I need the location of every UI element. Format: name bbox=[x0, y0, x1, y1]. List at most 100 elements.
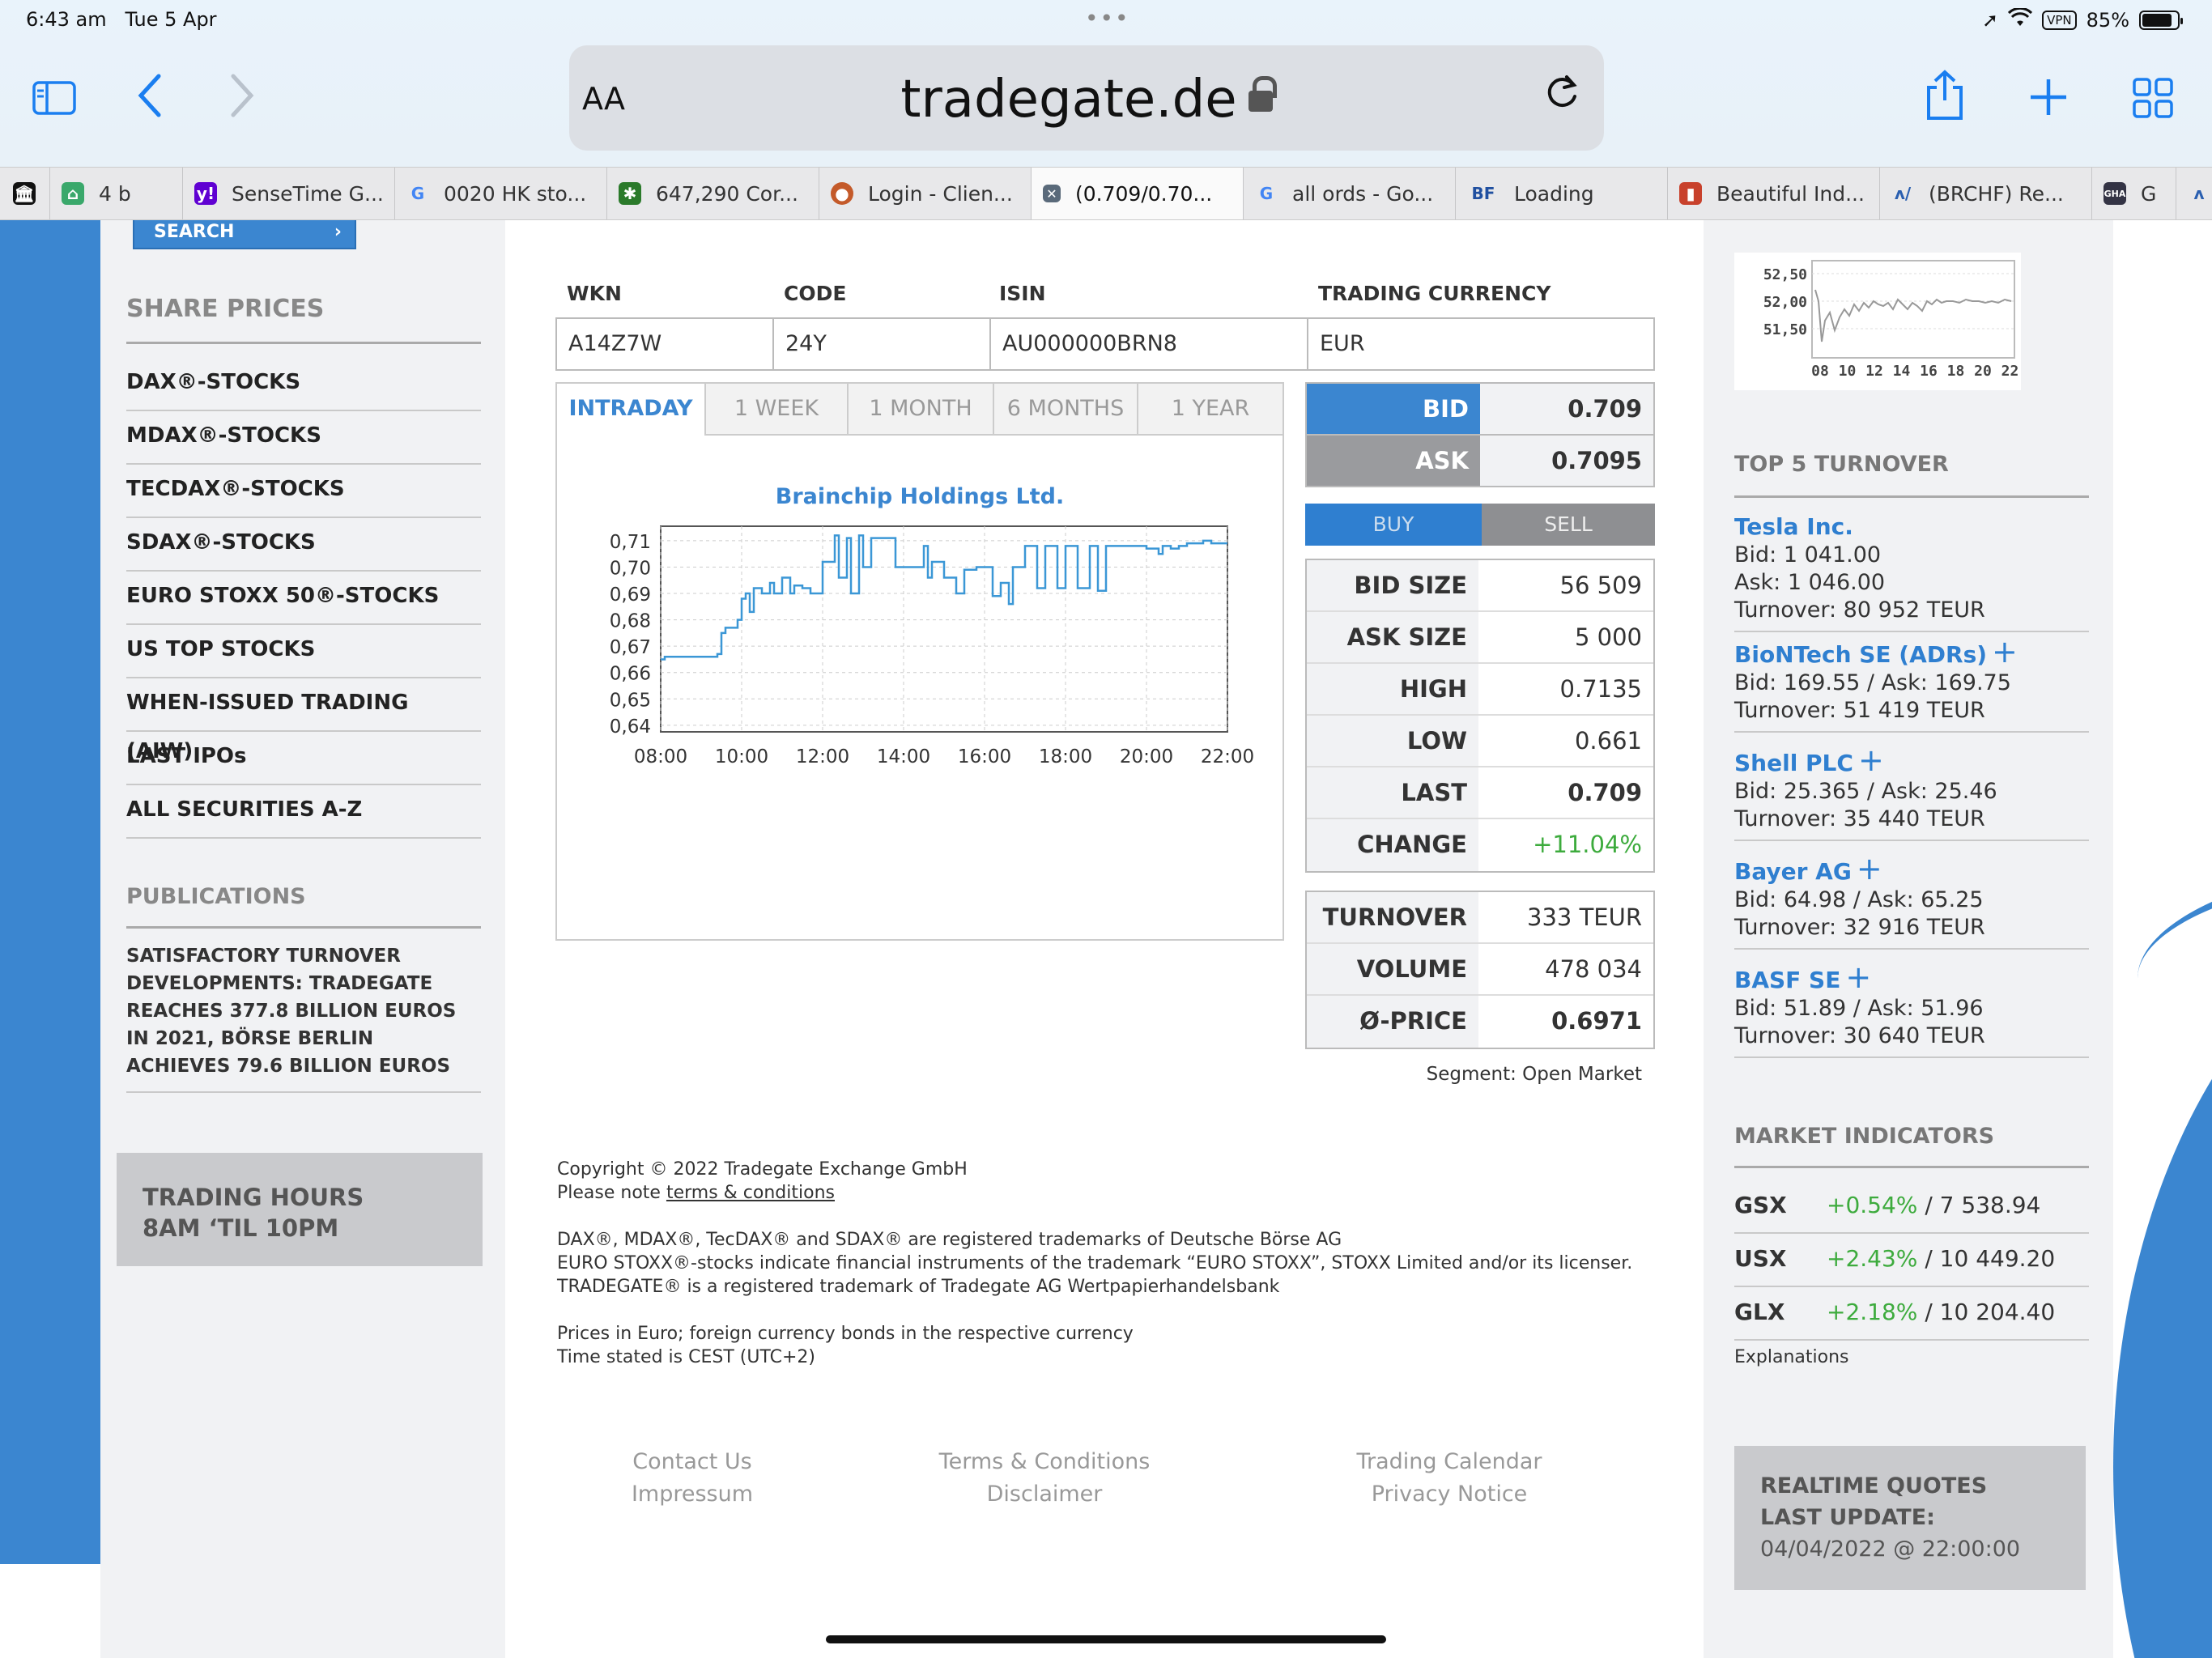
forward-icon[interactable] bbox=[228, 73, 256, 126]
footer-col-3: Trading Calendar Privacy Notice bbox=[1328, 1446, 1571, 1511]
stat-label: TURNOVER bbox=[1322, 903, 1467, 931]
tab-1-year[interactable]: 1 YEAR bbox=[1138, 384, 1283, 436]
share-prices-item[interactable]: MDAX®-STOCKS bbox=[126, 411, 481, 465]
stock-name[interactable]: Shell PLC bbox=[1734, 750, 1853, 776]
indicator-row[interactable]: GLX +2.18% / 10 204.40 bbox=[1734, 1287, 2089, 1341]
mini-x-tick-label: 12 bbox=[1865, 363, 1883, 380]
tab-overview-icon[interactable] bbox=[2133, 78, 2173, 126]
stock-name[interactable]: Bayer AG bbox=[1734, 858, 1852, 885]
status-time: 6:43 am bbox=[26, 8, 107, 31]
url-text: tradegate.de bbox=[900, 70, 1237, 130]
impressum-link[interactable]: Impressum bbox=[615, 1478, 769, 1511]
home-indicator[interactable] bbox=[826, 1635, 1386, 1643]
code-header: CODE bbox=[784, 282, 847, 305]
indicator-value: / 10 449.20 bbox=[1925, 1245, 2056, 1272]
explanations-link[interactable]: Explanations bbox=[1734, 1347, 1849, 1367]
stat-row: LOW 0.661 bbox=[1307, 716, 1653, 767]
tab-1-week[interactable]: 1 WEEK bbox=[706, 384, 849, 436]
stat-value: 0.7135 bbox=[1478, 664, 1653, 714]
sidebar-toggle-icon[interactable] bbox=[32, 78, 76, 123]
tab-7[interactable]: BF Loading bbox=[1456, 168, 1668, 219]
add-watchlist-icon[interactable]: + bbox=[1845, 959, 1871, 995]
top5-item[interactable]: Tesla Inc. Bid: 1 041.00 Ask: 1 046.00 Turn… bbox=[1734, 513, 2089, 632]
top5-item[interactable]: Shell PLC + Bid: 25.365 / Ask: 25.46 Turnov… bbox=[1734, 745, 2089, 841]
tab-11[interactable]: ʌ bbox=[2176, 168, 2212, 219]
tab-6[interactable]: Gall ords - Go... bbox=[1244, 168, 1456, 219]
reload-icon[interactable] bbox=[1544, 73, 1580, 121]
tab-intraday[interactable]: INTRADAY bbox=[557, 384, 706, 436]
stock-detail: Ask: 1 046.00 bbox=[1734, 570, 1886, 595]
stock-name[interactable]: BASF SE bbox=[1734, 967, 1840, 993]
top5-item[interactable]: BASF SE + Bid: 51.89 / Ask: 51.96 Turnover:… bbox=[1734, 962, 2089, 1058]
share-prices-item[interactable]: EURO STOXX 50®-STOCKS bbox=[126, 572, 481, 625]
contact-link[interactable]: Contact Us bbox=[615, 1446, 769, 1478]
add-watchlist-icon[interactable]: + bbox=[1857, 851, 1882, 886]
index-mini-chart[interactable]: 52,50 52,00 51,50 08 10 12 14 16 18 20 22 bbox=[1734, 253, 2021, 390]
status-date: Tue 5 Apr bbox=[125, 8, 217, 31]
tab-10[interactable]: GHA G bbox=[2092, 168, 2176, 219]
multitasking-dots-icon[interactable]: ••• bbox=[1085, 5, 1130, 32]
share-prices-item[interactable]: US TOP STOCKS bbox=[126, 625, 481, 678]
stock-detail: Bid: 25.365 / Ask: 25.46 bbox=[1734, 779, 1997, 804]
bag-icon: ▮ bbox=[1679, 182, 1702, 205]
terms-conditions-link[interactable]: Terms & Conditions bbox=[915, 1446, 1174, 1478]
stat-label: LAST bbox=[1401, 779, 1467, 806]
tab-pinned[interactable]: 🏛 bbox=[0, 168, 50, 219]
wkn-header: WKN bbox=[567, 282, 622, 305]
sell-button[interactable]: SELL bbox=[1482, 504, 1655, 546]
divider bbox=[126, 1091, 481, 1093]
trading-calendar-link[interactable]: Trading Calendar bbox=[1328, 1446, 1571, 1478]
bf-icon: BF bbox=[1471, 184, 1495, 203]
stock-name[interactable]: BioNTech SE (ADRs) bbox=[1734, 641, 1987, 668]
tab-2[interactable]: G 0020 HK sto... bbox=[395, 168, 607, 219]
indicator-value: / 10 204.40 bbox=[1925, 1299, 2056, 1325]
stock-name[interactable]: Tesla Inc. bbox=[1734, 513, 1853, 540]
publication-link[interactable]: SATISFACTORY TURNOVER DEVELOPMENTS: TRAD… bbox=[126, 942, 483, 1080]
share-prices-item[interactable]: ALL SECURITIES A-Z bbox=[126, 785, 481, 839]
tab-active[interactable]: ✕ (0.709/0.70... bbox=[1032, 168, 1244, 219]
share-prices-item[interactable]: SDAX®-STOCKS bbox=[126, 518, 481, 572]
share-prices-item[interactable]: LAST IPOs bbox=[126, 732, 481, 785]
gha-icon: GHA bbox=[2104, 182, 2126, 205]
mini-x-tick-label: 22 bbox=[2001, 363, 2019, 380]
chart-period-tabs: INTRADAY 1 WEEK 1 MONTH 6 MONTHS 1 YEAR bbox=[557, 384, 1283, 437]
indicator-name: GLX bbox=[1734, 1299, 1785, 1325]
tab-1-month[interactable]: 1 MONTH bbox=[849, 384, 994, 436]
buy-button[interactable]: BUY bbox=[1305, 504, 1482, 546]
stat-value: +11.04% bbox=[1478, 819, 1653, 871]
quote-stats-table: BID SIZE 56 509 ASK SIZE 5 000 HIGH 0.7135 LOW… bbox=[1305, 559, 1655, 873]
tab-1[interactable]: y! SenseTime G... bbox=[183, 168, 395, 219]
terms-link[interactable]: terms & conditions bbox=[666, 1183, 835, 1203]
add-watchlist-icon[interactable]: + bbox=[1992, 634, 2018, 670]
mini-x-tick-label: 08 bbox=[1811, 363, 1829, 380]
wkn-value: A14Z7W bbox=[557, 319, 774, 369]
tab-9[interactable]: ʌ/ (BRCHF) Re... bbox=[1880, 168, 2092, 219]
web-page: SEARCH › SHARE PRICES DAX®-STOCKS MDAX®-ST… bbox=[0, 220, 2212, 1658]
search-button[interactable]: SEARCH › bbox=[133, 220, 356, 249]
back-icon[interactable] bbox=[136, 73, 164, 126]
share-prices-item[interactable]: DAX®-STOCKS bbox=[126, 358, 481, 411]
add-watchlist-icon[interactable]: + bbox=[1858, 742, 1884, 778]
close-icon[interactable]: ✕ bbox=[1043, 185, 1061, 202]
bid-row: BID 0.709 bbox=[1305, 382, 1655, 436]
indicator-row[interactable]: USX +2.43% / 10 449.20 bbox=[1734, 1234, 2089, 1287]
tab-6-months[interactable]: 6 MONTHS bbox=[994, 384, 1138, 436]
tab-4[interactable]: ● Login - Clien... bbox=[819, 168, 1032, 219]
tab-3[interactable]: ✱ 647,290 Cor... bbox=[607, 168, 819, 219]
tab-0[interactable]: ⌂ 4 b bbox=[50, 168, 183, 219]
top5-item[interactable]: Bayer AG + Bid: 64.98 / Ask: 65.25 Turnover… bbox=[1734, 853, 2089, 950]
chart-icon: ʌ/ bbox=[1894, 184, 1912, 203]
top5-item[interactable]: BioNTech SE (ADRs) + Bid: 169.55 / Ask: 16… bbox=[1734, 636, 2089, 733]
share-icon[interactable] bbox=[1924, 70, 1966, 130]
privacy-notice-link[interactable]: Privacy Notice bbox=[1328, 1478, 1571, 1511]
tab-8[interactable]: ▮ Beautiful Ind... bbox=[1668, 168, 1880, 219]
share-prices-item[interactable]: WHEN-ISSUED TRADING (AIW) bbox=[126, 678, 481, 763]
indicator-row[interactable]: GSX +0.54% / 7 538.94 bbox=[1734, 1180, 2089, 1234]
share-prices-item[interactable]: TECDAX®-STOCKS bbox=[126, 465, 481, 518]
disclaimer-link[interactable]: Disclaimer bbox=[915, 1478, 1174, 1511]
mini-y-tick-label: 52,50 bbox=[1763, 266, 1807, 283]
address-bar[interactable]: AA tradegate.de bbox=[569, 45, 1604, 151]
location-icon: ➚ bbox=[1982, 9, 1999, 32]
new-tab-icon[interactable] bbox=[2029, 78, 2068, 125]
battery-percent: 85% bbox=[2086, 9, 2129, 32]
